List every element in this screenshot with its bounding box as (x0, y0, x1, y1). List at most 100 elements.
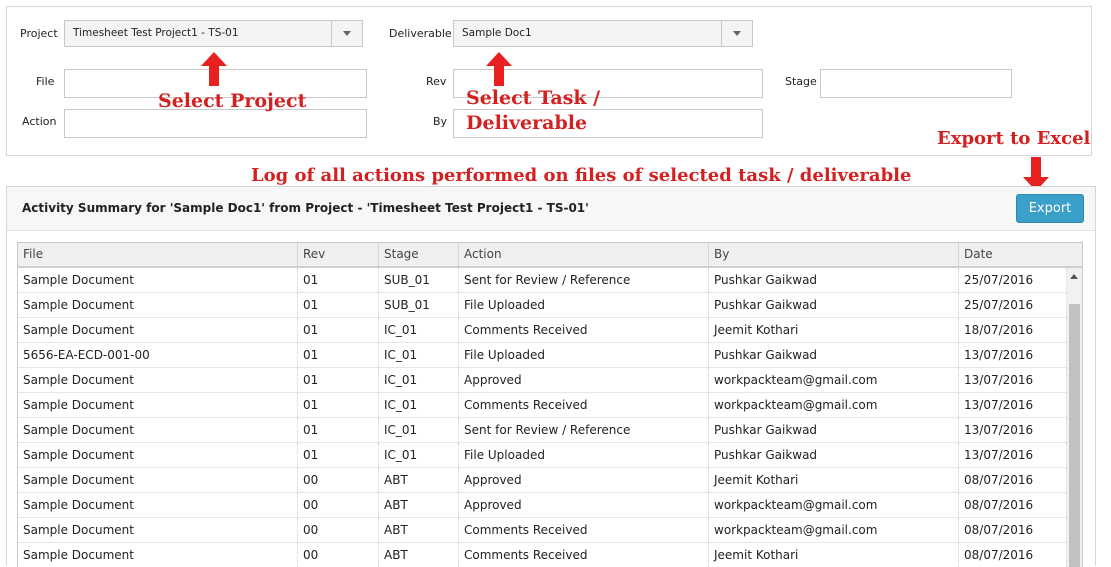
cell-by: Pushkar Gaikwad (709, 293, 959, 317)
cell-by: Jeemit Kothari (709, 318, 959, 342)
table-row[interactable]: Sample Document 00 ABT Approved workpackteam… (18, 493, 1067, 518)
deliverable-select[interactable]: Sample Doc1 (453, 20, 753, 47)
cell-rev: 01 (298, 443, 379, 467)
column-header-file[interactable]: File (18, 243, 298, 266)
cell-date: 13/07/2016 (959, 418, 1067, 442)
cell-by: Pushkar Gaikwad (709, 268, 959, 292)
project-select-value: Timesheet Test Project1 - TS-01 (73, 27, 239, 39)
column-header-action[interactable]: Action (459, 243, 709, 266)
rev-label: Rev (426, 75, 447, 88)
chevron-down-icon[interactable] (721, 21, 752, 46)
cell-stage: ABT (379, 493, 459, 517)
cell-date: 18/07/2016 (959, 318, 1067, 342)
arrow-up-annotation-icon (486, 52, 512, 86)
cell-rev: 01 (298, 343, 379, 367)
cell-date: 08/07/2016 (959, 468, 1067, 492)
cell-stage: SUB_01 (379, 268, 459, 292)
table-row[interactable]: Sample Document 01 IC_01 Sent for Review / … (18, 418, 1067, 443)
project-select[interactable]: Timesheet Test Project1 - TS-01 (64, 20, 363, 47)
cell-file: Sample Document (18, 518, 298, 542)
cell-stage: IC_01 (379, 368, 459, 392)
column-header-rev[interactable]: Rev (298, 243, 379, 266)
select-project-annotation: Select Project (158, 90, 307, 112)
cell-file: Sample Document (18, 318, 298, 342)
cell-by: Pushkar Gaikwad (709, 418, 959, 442)
cell-action: File Uploaded (459, 443, 709, 467)
cell-date: 08/07/2016 (959, 543, 1067, 567)
table-row[interactable]: Sample Document 00 ABT Comments Received Jee… (18, 543, 1067, 567)
cell-date: 08/07/2016 (959, 518, 1067, 542)
cell-stage: ABT (379, 543, 459, 567)
cell-date: 08/07/2016 (959, 493, 1067, 517)
deliverable-select-value: Sample Doc1 (462, 27, 532, 39)
column-header-date[interactable]: Date (959, 243, 1082, 266)
activity-summary-title: Activity Summary for 'Sample Doc1' from … (22, 201, 589, 215)
cell-action: File Uploaded (459, 343, 709, 367)
cell-stage: IC_01 (379, 418, 459, 442)
export-to-excel-annotation: Export to Excel (937, 128, 1091, 149)
activity-table: File Rev Stage Action By Date Sample Doc… (17, 242, 1083, 567)
cell-date: 25/07/2016 (959, 268, 1067, 292)
log-annotation: Log of all actions performed on files of… (251, 165, 912, 186)
column-header-by[interactable]: By (709, 243, 959, 266)
card-header: Activity Summary for 'Sample Doc1' from … (7, 187, 1095, 231)
cell-stage: SUB_01 (379, 293, 459, 317)
select-task-annotation-line1: Select Task / (466, 87, 601, 109)
by-label: By (433, 115, 448, 128)
table-row[interactable]: Sample Document 01 IC_01 Comments Received w… (18, 393, 1067, 418)
cell-rev: 01 (298, 393, 379, 417)
cell-file: Sample Document (18, 368, 298, 392)
vertical-scrollbar[interactable] (1067, 268, 1082, 567)
table-row[interactable]: Sample Document 00 ABT Comments Received wor… (18, 518, 1067, 543)
cell-file: Sample Document (18, 393, 298, 417)
cell-file: Sample Document (18, 443, 298, 467)
table-row[interactable]: 5656-EA-ECD-001-00 01 IC_01 File Uploaded Pu… (18, 343, 1067, 368)
table-row[interactable]: Sample Document 01 IC_01 File Uploaded Pushk… (18, 443, 1067, 468)
project-label: Project (20, 27, 58, 40)
cell-by: workpackteam@gmail.com (709, 518, 959, 542)
cell-stage: ABT (379, 518, 459, 542)
cell-rev: 01 (298, 293, 379, 317)
chevron-down-icon[interactable] (331, 21, 362, 46)
cell-action: File Uploaded (459, 293, 709, 317)
table-row[interactable]: Sample Document 01 IC_01 Approved workpackte… (18, 368, 1067, 393)
cell-by: Jeemit Kothari (709, 468, 959, 492)
cell-rev: 01 (298, 368, 379, 392)
cell-action: Comments Received (459, 318, 709, 342)
scrollbar-thumb[interactable] (1069, 304, 1080, 567)
cell-by: Pushkar Gaikwad (709, 343, 959, 367)
table-row[interactable]: Sample Document 01 SUB_01 File Uploaded Push… (18, 293, 1067, 318)
cell-date: 13/07/2016 (959, 443, 1067, 467)
scroll-up-icon[interactable] (1070, 274, 1078, 279)
stage-label: Stage (785, 75, 817, 88)
cell-stage: IC_01 (379, 443, 459, 467)
cell-rev: 00 (298, 468, 379, 492)
cell-rev: 00 (298, 518, 379, 542)
cell-action: Sent for Review / Reference (459, 268, 709, 292)
cell-file: 5656-EA-ECD-001-00 (18, 343, 298, 367)
cell-file: Sample Document (18, 493, 298, 517)
cell-file: Sample Document (18, 468, 298, 492)
cell-by: workpackteam@gmail.com (709, 493, 959, 517)
export-button[interactable]: Export (1016, 194, 1084, 223)
cell-action: Comments Received (459, 393, 709, 417)
cell-action: Comments Received (459, 543, 709, 567)
stage-input[interactable] (820, 69, 1012, 98)
cell-date: 13/07/2016 (959, 393, 1067, 417)
cell-rev: 01 (298, 318, 379, 342)
table-row[interactable]: Sample Document 01 IC_01 Comments Received J… (18, 318, 1067, 343)
cell-stage: IC_01 (379, 318, 459, 342)
arrow-up-annotation-icon (201, 52, 227, 86)
cell-action: Sent for Review / Reference (459, 418, 709, 442)
table-row[interactable]: Sample Document 00 ABT Approved Jeemit Kotha… (18, 468, 1067, 493)
activity-summary-card: Activity Summary for 'Sample Doc1' from … (6, 186, 1096, 567)
column-header-stage[interactable]: Stage (379, 243, 459, 266)
cell-stage: ABT (379, 468, 459, 492)
cell-file: Sample Document (18, 543, 298, 567)
cell-date: 13/07/2016 (959, 343, 1067, 367)
table-row[interactable]: Sample Document 01 SUB_01 Sent for Review /… (18, 268, 1067, 293)
table-header: File Rev Stage Action By Date (18, 243, 1082, 268)
cell-rev: 00 (298, 543, 379, 567)
cell-by: Pushkar Gaikwad (709, 443, 959, 467)
cell-action: Approved (459, 368, 709, 392)
